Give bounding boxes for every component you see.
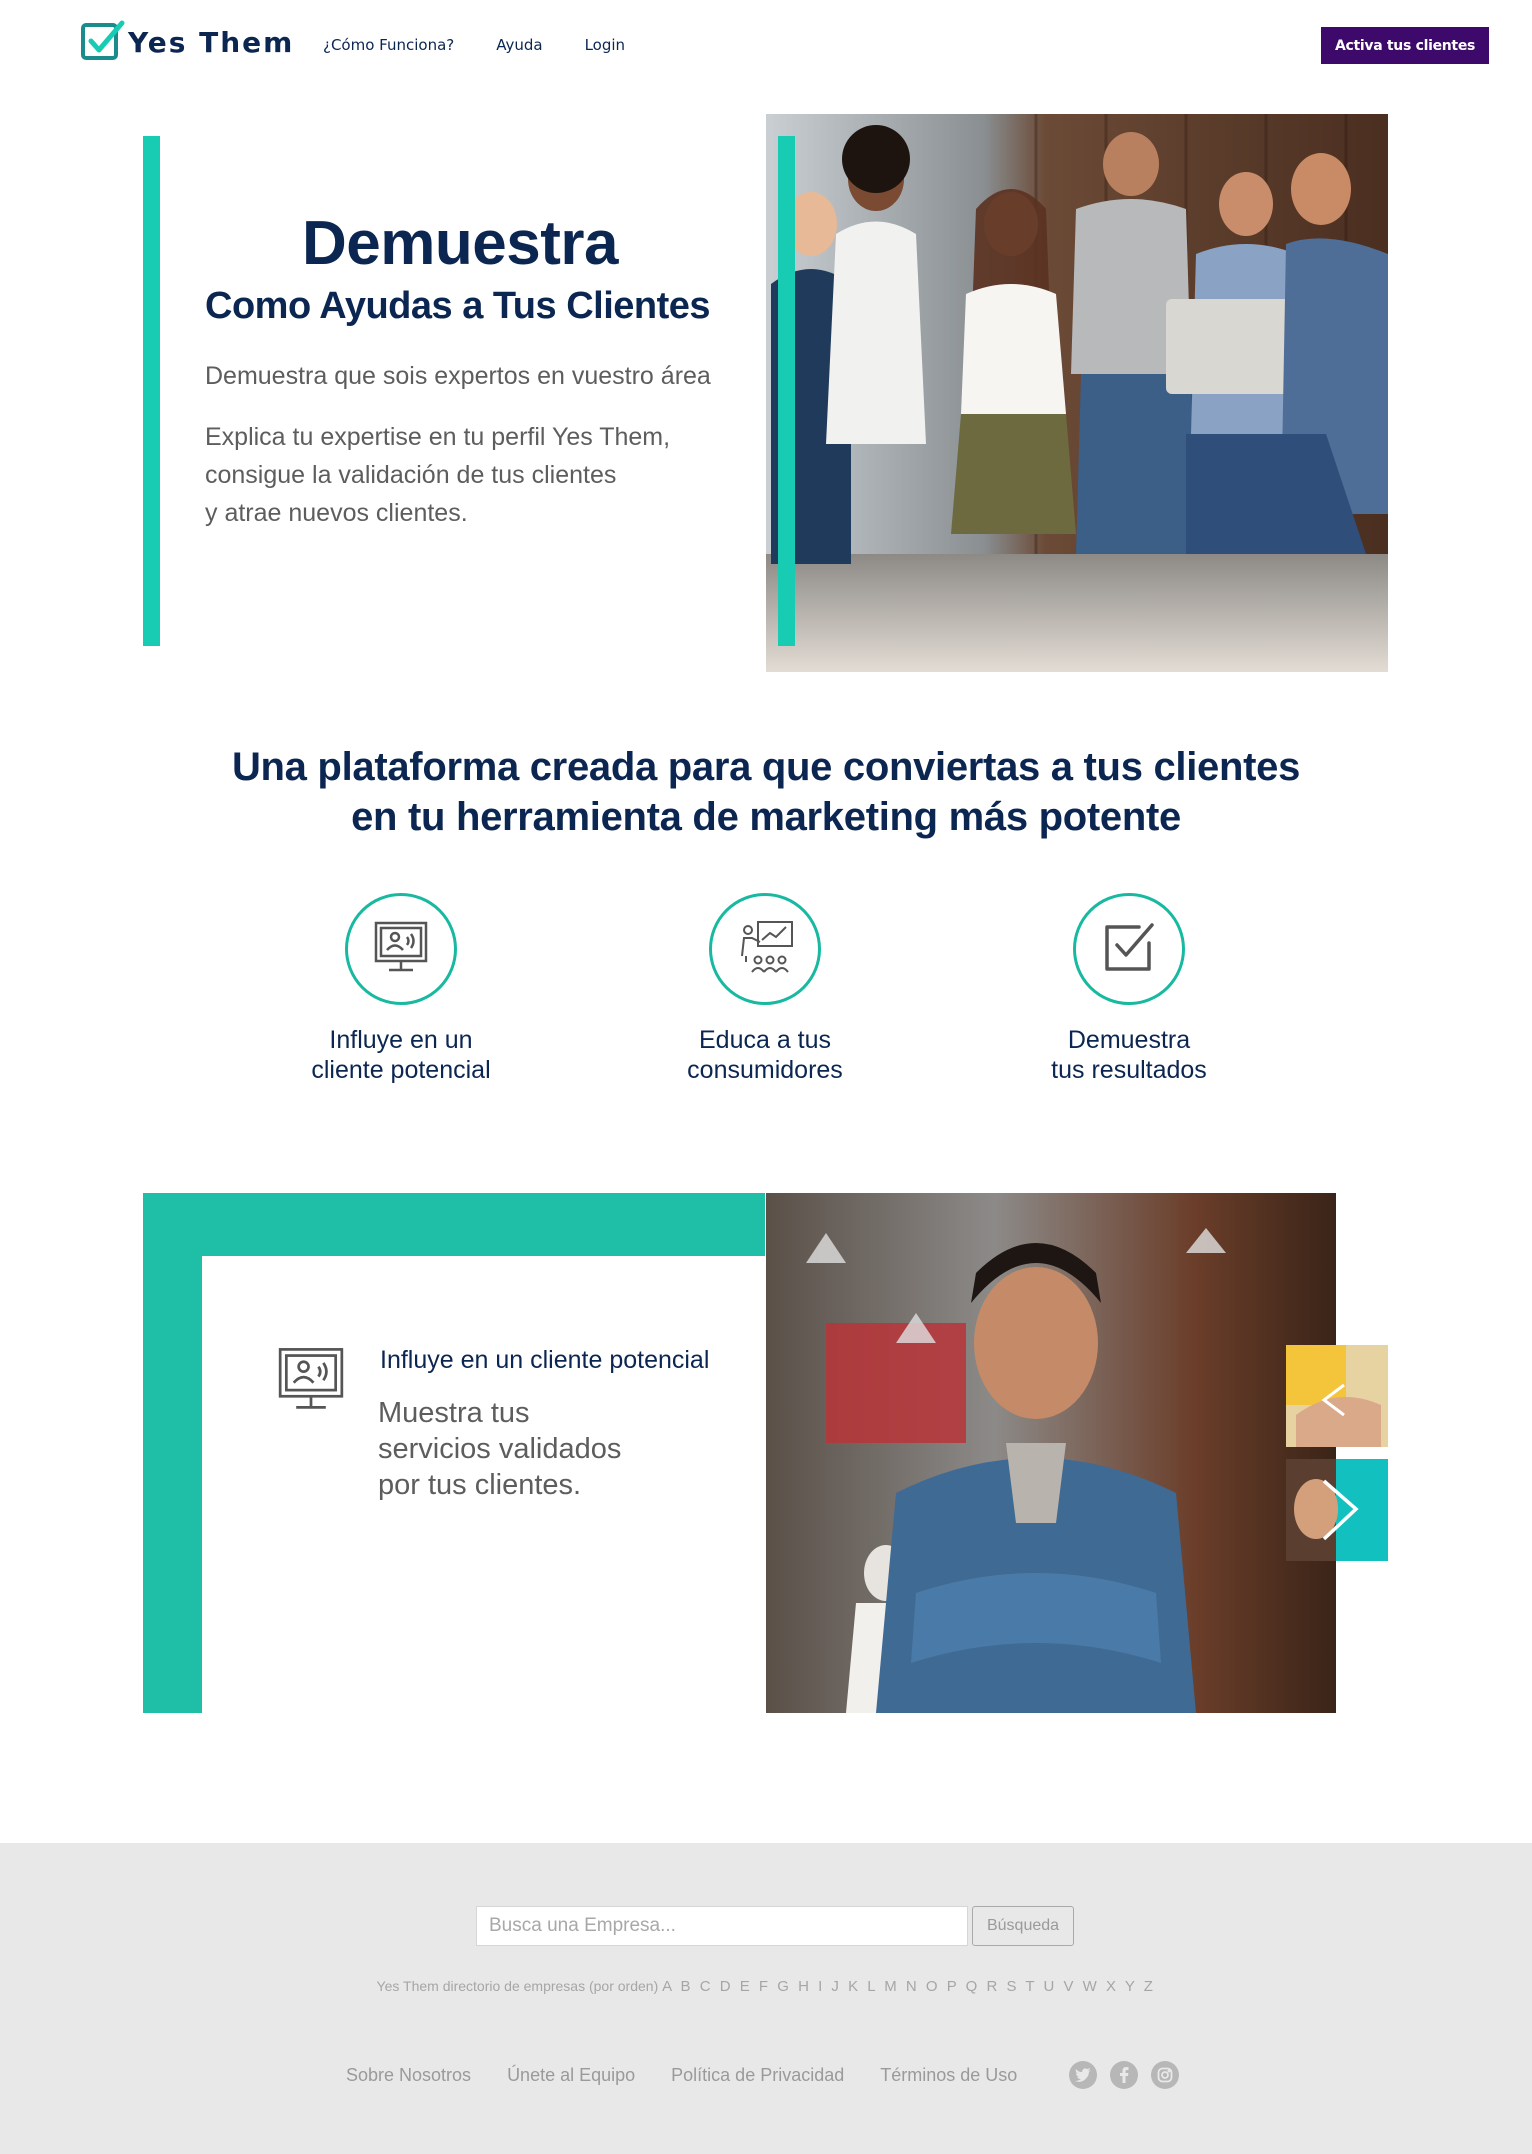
directory-letter-i[interactable]: I bbox=[818, 1978, 831, 1995]
carousel-man-photo bbox=[766, 1193, 1336, 1713]
feature-label-line: cliente potencial bbox=[311, 1056, 491, 1084]
feature-icon-circle bbox=[709, 893, 821, 1005]
platform-title: Una plataforma creada para que convierta… bbox=[0, 742, 1532, 842]
directory-letter-a[interactable]: A bbox=[662, 1978, 680, 1995]
directory-letter-x[interactable]: X bbox=[1106, 1978, 1125, 1995]
feature-demuestra: Demuestra tus resultados bbox=[969, 893, 1289, 1085]
twitter-icon[interactable] bbox=[1069, 2061, 1097, 2089]
directory-letter-d[interactable]: D bbox=[720, 1978, 740, 1995]
directory-letter-t[interactable]: T bbox=[1025, 1978, 1043, 1995]
directory-letter-e[interactable]: E bbox=[740, 1978, 759, 1995]
carousel-thumbnail[interactable] bbox=[1286, 1345, 1388, 1447]
hero-paragraph-2-line: Explica tu expertise en tu perfil Yes Th… bbox=[205, 423, 671, 451]
feature-icon-circle bbox=[345, 893, 457, 1005]
link-sobre-nosotros[interactable]: Sobre Nosotros bbox=[346, 2065, 471, 2086]
directory-letter-k[interactable]: K bbox=[848, 1978, 867, 1995]
directory-letter-o[interactable]: O bbox=[926, 1978, 947, 1995]
link-privacidad[interactable]: Política de Privacidad bbox=[671, 2065, 844, 2086]
directory-letter-v[interactable]: V bbox=[1063, 1978, 1082, 1995]
footer-links: Sobre Nosotros Únete al Equipo Política … bbox=[346, 2065, 1053, 2086]
carousel-thumbnail[interactable] bbox=[1286, 1459, 1388, 1561]
hero-paragraph-2: Explica tu expertise en tu perfil Yes Th… bbox=[205, 418, 765, 532]
facebook-icon[interactable] bbox=[1110, 2061, 1138, 2089]
directory-letter-b[interactable]: B bbox=[681, 1978, 700, 1995]
directory-letter-g[interactable]: G bbox=[777, 1978, 798, 1995]
teaching-audience-icon bbox=[734, 916, 796, 983]
directory-letter-m[interactable]: M bbox=[884, 1978, 906, 1995]
feature-label-line: consumidores bbox=[687, 1056, 843, 1084]
directory-letter-f[interactable]: F bbox=[759, 1978, 777, 1995]
directory-label: Yes Them directorio de empresas (por ord… bbox=[376, 1978, 659, 1994]
directory-letter-n[interactable]: N bbox=[906, 1978, 926, 1995]
feature-label: Educa a tus consumidores bbox=[605, 1025, 925, 1085]
platform-title-line: Una plataforma creada para que convierta… bbox=[231, 745, 1301, 789]
logo-text: Yes Them bbox=[128, 25, 295, 59]
link-terminos[interactable]: Términos de Uso bbox=[880, 2065, 1017, 2086]
feature-label-line: Educa a tus bbox=[698, 1026, 832, 1054]
carousel-text-line: por tus clientes. bbox=[378, 1469, 582, 1501]
hero-paragraph-2-line: consigue la validación de tus clientes bbox=[205, 461, 617, 489]
feature-influye: Influye en un cliente potencial bbox=[241, 893, 561, 1085]
directory-letter-j[interactable]: J bbox=[831, 1978, 848, 1995]
nav-ayuda[interactable]: Ayuda bbox=[496, 36, 542, 54]
nav-como-funciona[interactable]: ¿Cómo Funciona? bbox=[323, 36, 454, 54]
directory-letter-u[interactable]: U bbox=[1043, 1978, 1063, 1995]
directory-letter-q[interactable]: Q bbox=[966, 1978, 987, 1995]
presentation-screen-icon bbox=[274, 1342, 348, 1421]
feature-label-line: Demuestra bbox=[1067, 1026, 1191, 1054]
social-links bbox=[1069, 2061, 1192, 2089]
directory-letter-h[interactable]: H bbox=[798, 1978, 818, 1995]
feature-educa: Educa a tus consumidores bbox=[605, 893, 925, 1085]
site-footer bbox=[0, 1843, 1532, 2154]
directory-letter-p[interactable]: P bbox=[947, 1978, 966, 1995]
hero-title: Demuestra bbox=[302, 209, 618, 278]
feature-icon-circle bbox=[1073, 893, 1185, 1005]
directory-letter-y[interactable]: Y bbox=[1125, 1978, 1144, 1995]
link-unete-equipo[interactable]: Únete al Equipo bbox=[507, 2065, 635, 2086]
nav-login[interactable]: Login bbox=[585, 36, 625, 54]
search-button[interactable]: Búsqueda bbox=[972, 1906, 1074, 1946]
company-search-input[interactable] bbox=[476, 1906, 968, 1946]
directory-letter-z[interactable]: Z bbox=[1144, 1978, 1156, 1995]
hero-subtitle: Como Ayudas a Tus Clientes bbox=[205, 285, 711, 327]
company-directory: Yes Them directorio de empresas (por ord… bbox=[0, 1978, 1532, 1995]
carousel-text: Muestra tus servicios validados por tus … bbox=[378, 1395, 698, 1503]
feature-label: Influye en un cliente potencial bbox=[241, 1025, 561, 1085]
checkbox-logo-icon bbox=[80, 19, 126, 65]
hero-paragraph-1: Demuestra que sois expertos en vuestro á… bbox=[205, 362, 711, 390]
carousel-text-line: servicios validados bbox=[378, 1433, 622, 1465]
presentation-screen-icon bbox=[371, 917, 431, 982]
directory-letters: A B C D E F G H I J K L M N O P Q R S T … bbox=[662, 1978, 1155, 1995]
logo[interactable]: Yes Them bbox=[80, 19, 294, 65]
checkbox-icon bbox=[1099, 917, 1159, 982]
feature-label-line: tus resultados bbox=[1051, 1056, 1207, 1084]
feature-label-line: Influye en un bbox=[329, 1026, 473, 1054]
directory-letter-w[interactable]: W bbox=[1083, 1978, 1106, 1995]
carousel-text-line: Muestra tus bbox=[378, 1397, 530, 1429]
instagram-icon[interactable] bbox=[1151, 2061, 1179, 2089]
site-header: Yes Them ¿Cómo Funciona? Ayuda Login Act… bbox=[0, 0, 1532, 92]
main-nav: ¿Cómo Funciona? Ayuda Login bbox=[323, 36, 667, 54]
directory-letter-l[interactable]: L bbox=[867, 1978, 884, 1995]
hero-team-photo bbox=[766, 114, 1388, 672]
platform-title-line: en tu herramienta de marketing más poten… bbox=[351, 795, 1181, 839]
directory-letter-c[interactable]: C bbox=[700, 1978, 720, 1995]
hero-paragraph-2-line: y atrae nuevos clientes. bbox=[205, 499, 468, 527]
directory-letter-r[interactable]: R bbox=[986, 1978, 1006, 1995]
hero-photo-accent-bar bbox=[778, 136, 795, 646]
directory-letter-s[interactable]: S bbox=[1006, 1978, 1025, 1995]
carousel-heading: Influye en un cliente potencial bbox=[380, 1346, 710, 1374]
activate-clients-button[interactable]: Activa tus clientes bbox=[1321, 27, 1489, 64]
feature-label: Demuestra tus resultados bbox=[969, 1025, 1289, 1085]
